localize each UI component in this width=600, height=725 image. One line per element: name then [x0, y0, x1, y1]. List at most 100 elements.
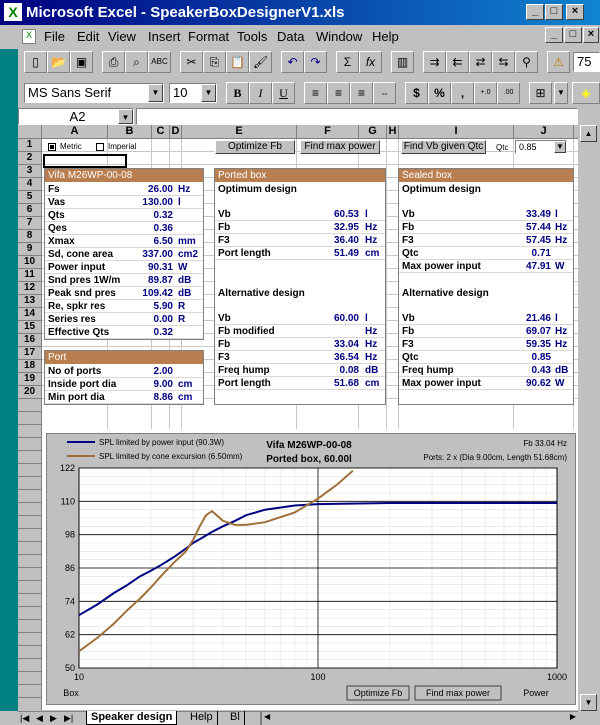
horizontal-scrollbar[interactable]: ◀ ▶ [260, 712, 578, 725]
sealed-opt-value[interactable]: 57.44 [507, 221, 551, 234]
sealed-alt-value[interactable]: 69.07 [507, 325, 551, 338]
row-header-blank[interactable] [18, 555, 42, 568]
menu-help[interactable]: Help [372, 29, 399, 44]
warning-icon[interactable]: ⚠ [547, 51, 570, 73]
driver-param-value[interactable]: 0.00 [125, 313, 173, 326]
redo-icon[interactable]: ↷ [304, 51, 327, 73]
row-header-8[interactable]: 8 [18, 230, 42, 243]
paste-icon[interactable]: 📋 [226, 51, 249, 73]
column-header-b[interactable]: B [108, 125, 152, 139]
ported-opt-value[interactable]: 32.95 [315, 221, 359, 234]
tab-prev-icon[interactable]: ◀ [36, 713, 43, 724]
comma-icon[interactable]: , [451, 82, 474, 104]
percent-icon[interactable]: % [428, 82, 451, 104]
row-header-blank[interactable] [18, 594, 42, 607]
sealed-opt-value[interactable]: 0.71 [507, 247, 551, 260]
open-icon[interactable]: 📂 [47, 51, 70, 73]
menu-tools[interactable]: Tools [237, 29, 267, 44]
tab-speaker-design[interactable]: Speaker design [86, 711, 178, 725]
row-header-blank[interactable] [18, 646, 42, 659]
row-header-blank[interactable] [18, 516, 42, 529]
row-header-blank[interactable] [18, 425, 42, 438]
menu-view[interactable]: View [108, 29, 136, 44]
worksheet-grid[interactable]: ABCDEFGHIJK 1234567891011121314151617181… [18, 125, 578, 710]
align-left-icon[interactable]: ≡ [304, 82, 327, 104]
ported-opt-value[interactable]: 51.49 [315, 247, 359, 260]
hscroll-left-icon[interactable]: ◀ [264, 712, 270, 721]
driver-param-value[interactable]: 89.87 [125, 274, 173, 287]
tab-bl[interactable]: Bl [226, 711, 245, 725]
borders-icon[interactable]: ⊞ [529, 82, 552, 104]
increase-decimal-icon[interactable]: +.0 [474, 82, 497, 104]
row-header-blank[interactable] [18, 685, 42, 698]
row-header-blank[interactable] [18, 607, 42, 620]
row-header-blank[interactable] [18, 477, 42, 490]
chevron-down-icon[interactable]: ▼ [554, 141, 566, 153]
close-button[interactable]: × [566, 4, 584, 20]
row-header-blank[interactable] [18, 568, 42, 581]
font-size-select[interactable]: 10 ▼ [169, 83, 217, 103]
qtc-select[interactable]: 0.85 ▼ [515, 140, 567, 154]
ported-alt-value[interactable]: 60.00 [315, 312, 359, 325]
row-header-blank[interactable] [18, 438, 42, 451]
row-header-blank[interactable] [18, 672, 42, 685]
scroll-up-icon[interactable]: ▲ [580, 125, 597, 142]
align-right-icon[interactable]: ≡ [350, 82, 373, 104]
row-header-1[interactable]: 1 [18, 139, 42, 152]
new-icon[interactable]: ▯ [24, 51, 47, 73]
select-all-corner[interactable] [18, 125, 42, 139]
autosum-icon[interactable]: Σ [336, 51, 359, 73]
cut-icon[interactable]: ✂ [180, 51, 203, 73]
undo-icon[interactable]: ↶ [281, 51, 304, 73]
sealed-opt-value[interactable]: 57.45 [507, 234, 551, 247]
row-header-blank[interactable] [18, 581, 42, 594]
copy-icon[interactable]: ⎘ [203, 51, 226, 73]
find-max-power-button[interactable]: Find max power [300, 140, 380, 154]
trace-precedents-icon[interactable]: ⇉ [423, 51, 446, 73]
row-header-blank[interactable] [18, 451, 42, 464]
row-header-10[interactable]: 10 [18, 256, 42, 269]
chart-wizard-icon[interactable]: ▥ [391, 51, 414, 73]
align-center-icon[interactable]: ≡ [327, 82, 350, 104]
currency-icon[interactable]: $ [405, 82, 428, 104]
driver-param-value[interactable]: 0.36 [125, 222, 173, 235]
column-header-h[interactable]: H [387, 125, 399, 139]
port-param-value[interactable]: 8.86 [125, 391, 173, 404]
active-cell-a2[interactable] [43, 154, 127, 168]
row-header-18[interactable]: 18 [18, 360, 42, 373]
driver-param-value[interactable]: 0.32 [125, 209, 173, 222]
doc-minimize-button[interactable]: _ [545, 27, 563, 43]
port-param-value[interactable]: 9.00 [125, 378, 173, 391]
row-header-20[interactable]: 20 [18, 386, 42, 399]
doc-icon[interactable]: X [22, 29, 36, 44]
row-header-9[interactable]: 9 [18, 243, 42, 256]
column-header-c[interactable]: C [152, 125, 170, 139]
print-icon[interactable]: ⎙ [102, 51, 125, 73]
italic-icon[interactable]: I [249, 82, 272, 104]
optimize-fb-button[interactable]: Optimize Fb [215, 140, 295, 154]
sealed-alt-value[interactable]: 0.43 [507, 364, 551, 377]
row-header-2[interactable]: 2 [18, 152, 42, 165]
driver-param-value[interactable]: 90.31 [125, 261, 173, 274]
row-header-blank[interactable] [18, 503, 42, 516]
row-header-13[interactable]: 13 [18, 295, 42, 308]
ported-opt-value[interactable]: 60.53 [315, 208, 359, 221]
driver-param-value[interactable]: 5.90 [125, 300, 173, 313]
tab-last-icon[interactable]: ▶| [64, 713, 73, 724]
trace-error-icon[interactable]: ⇆ [492, 51, 515, 73]
row-header-19[interactable]: 19 [18, 373, 42, 386]
column-header-i[interactable]: I [399, 125, 514, 139]
trace-dependents-icon[interactable]: ⇇ [446, 51, 469, 73]
driver-param-value[interactable]: 130.00 [125, 196, 173, 209]
ported-opt-value[interactable]: 36.40 [315, 234, 359, 247]
sealed-opt-value[interactable]: 33.49 [507, 208, 551, 221]
driver-param-value[interactable]: 26.00 [125, 183, 173, 196]
ported-alt-value[interactable]: 51.68 [315, 377, 359, 390]
find-vb-button[interactable]: Find Vb given Qtc [401, 140, 486, 154]
row-header-7[interactable]: 7 [18, 217, 42, 230]
ported-alt-value[interactable]: 33.04 [315, 338, 359, 351]
menu-insert[interactable]: Insert [148, 29, 181, 44]
column-header-f[interactable]: F [297, 125, 359, 139]
row-header-blank[interactable] [18, 529, 42, 542]
sealed-opt-value[interactable]: 47.91 [507, 260, 551, 273]
